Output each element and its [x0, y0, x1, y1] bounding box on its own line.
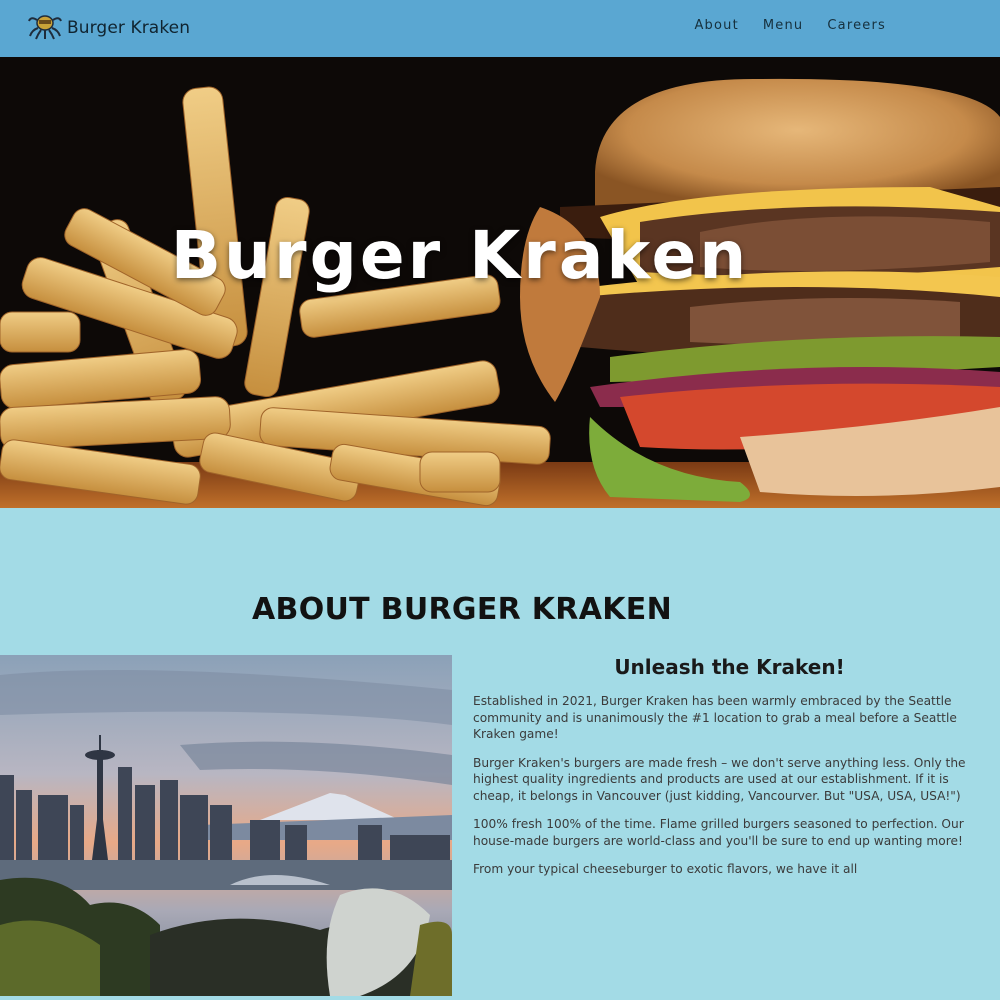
- about-content: Unleash the Kraken! Established in 2021,…: [473, 655, 988, 890]
- brand-name: Burger Kraken: [67, 18, 191, 38]
- about-paragraph: From your typical cheeseburger to exotic…: [473, 862, 858, 876]
- about-subheading: Unleash the Kraken!: [614, 655, 845, 679]
- nav-link-about[interactable]: About: [694, 18, 738, 33]
- hero-banner: Burger Kraken: [0, 57, 1000, 508]
- main-nav: About Menu Careers: [694, 18, 886, 33]
- about-paragraph: Established in 2021, Burger Kraken has b…: [473, 694, 957, 741]
- nav-link-careers[interactable]: Careers: [827, 18, 886, 33]
- nav-link-menu[interactable]: Menu: [763, 18, 804, 33]
- about-paragraph: Burger Kraken's burgers are made fresh –…: [473, 755, 966, 803]
- seattle-skyline-image: [0, 655, 452, 996]
- kraken-logo-icon: [28, 12, 62, 44]
- brand-link[interactable]: Burger Kraken: [28, 12, 190, 44]
- navbar: Burger Kraken About Menu Careers: [0, 0, 1000, 57]
- hero-title: Burger Kraken: [170, 217, 750, 294]
- about-paragraph: 100% fresh 100% of the time. Flame grill…: [473, 817, 964, 848]
- about-heading: ABOUT BURGER KRAKEN: [252, 592, 672, 627]
